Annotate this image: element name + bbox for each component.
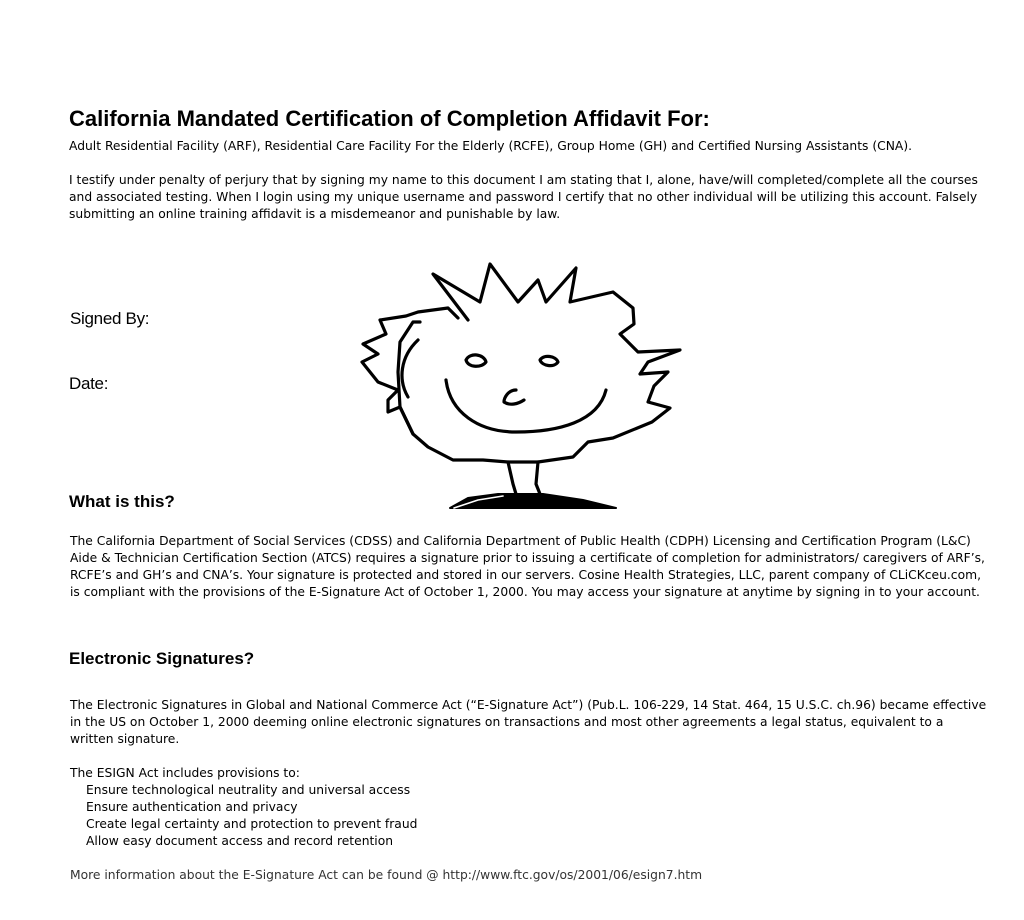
esignature-act-text: The Electronic Signatures in Global and … (70, 698, 987, 746)
more-info-text: More information about the E-Signature A… (70, 868, 703, 882)
signature-neck-right (534, 460, 542, 496)
list-item: Ensure technological neutrality and univ… (86, 783, 411, 797)
list-item: Create legal certainty and protection to… (86, 817, 418, 831)
what-is-this-heading: What is this? (69, 492, 175, 511)
esign-provisions-list: Ensure technological neutrality and univ… (70, 782, 990, 850)
list-item: Allow easy document access and record re… (86, 834, 394, 848)
signature-nose (502, 388, 526, 406)
signature-inner-left (400, 338, 420, 399)
signature-left-eye (464, 353, 488, 368)
date-label: Date: (69, 374, 109, 393)
signature-drawing (360, 262, 682, 509)
perjury-statement: I testify under penalty of perjury that … (69, 173, 978, 221)
electronic-signatures-heading: Electronic Signatures? (69, 649, 255, 668)
signed-by-label: Signed By: (70, 309, 150, 328)
esign-provisions-intro: The ESIGN Act includes provisions to: (70, 766, 300, 780)
signature-smile (444, 378, 608, 434)
signature-neck-left (506, 460, 518, 496)
esign-provisions: The ESIGN Act includes provisions to: En… (70, 765, 990, 850)
list-item: Ensure authentication and privacy (86, 800, 298, 814)
what-is-this-text: The California Department of Social Serv… (70, 534, 985, 599)
signature-right-eye (538, 354, 560, 368)
page-title: California Mandated Certification of Com… (69, 106, 710, 131)
facility-types-line: Adult Residential Facility (ARF), Reside… (69, 139, 913, 153)
